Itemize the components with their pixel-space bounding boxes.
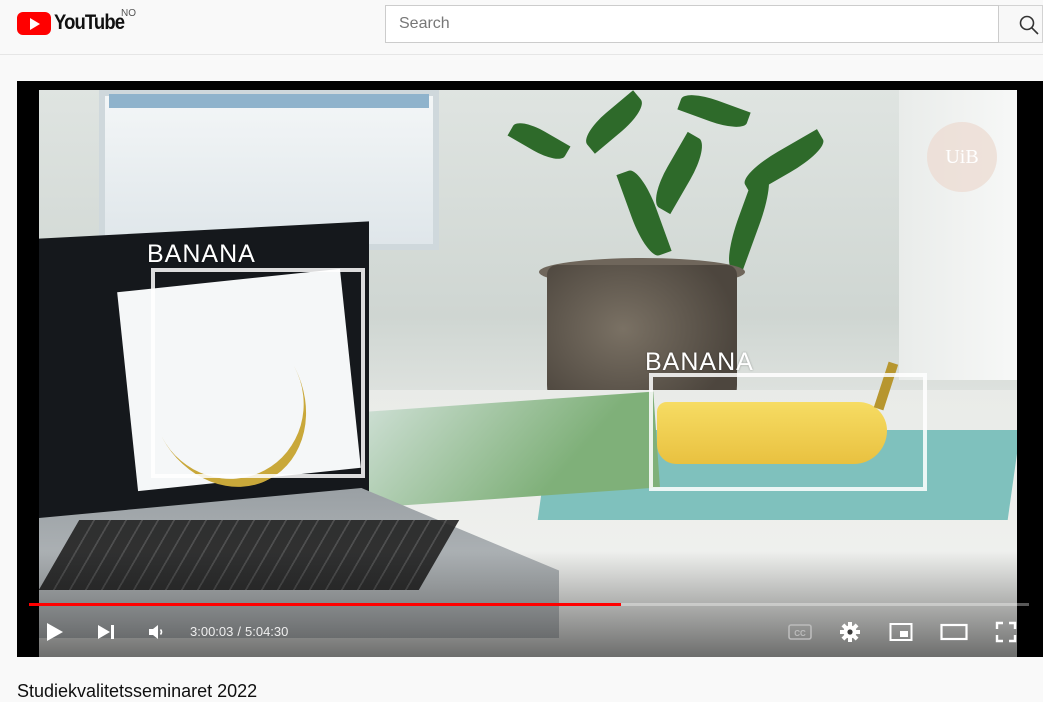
subtitles-button[interactable]: CC [786, 617, 814, 647]
next-icon [98, 625, 114, 639]
play-button[interactable] [39, 617, 69, 647]
search-button[interactable] [999, 5, 1043, 43]
next-button[interactable] [91, 617, 121, 647]
miniplayer-icon [889, 623, 913, 641]
progress-bar[interactable] [29, 603, 1029, 606]
plant-leaf [721, 170, 777, 272]
detection-label-right: BANANA [645, 348, 754, 376]
mute-button[interactable] [142, 617, 172, 647]
youtube-logo-icon [17, 11, 51, 35]
background-window-light [109, 94, 429, 108]
video-title: Studiekvalitetsseminaret 2022 [17, 681, 258, 701]
fullscreen-icon [995, 621, 1017, 643]
time-display: 3:00:03/ 5:04:30 [190, 624, 288, 639]
plant-leaf [647, 131, 711, 215]
country-code: NO [121, 8, 136, 19]
settings-gear-icon [840, 622, 860, 642]
play-icon [47, 623, 63, 641]
video-player[interactable]: BANANA BANANA UiB 3:00:03 / 5:04:30 CC [17, 81, 1043, 657]
detection-label-left: BANANA [147, 240, 256, 268]
detection-box-left [151, 268, 365, 478]
progress-played [29, 603, 621, 606]
plant-leaf [677, 90, 751, 134]
volume-icon [149, 625, 163, 639]
search-input[interactable] [386, 6, 979, 42]
current-time: 3:00:03 [190, 624, 234, 639]
time-separator: / [237, 624, 241, 639]
detection-box-right [649, 373, 927, 491]
miniplayer-button[interactable] [886, 617, 916, 647]
watch-area: BANANA BANANA UiB 3:00:03 / 5:04:30 CC S… [0, 55, 1043, 702]
youtube-logo[interactable]: YouTube [17, 11, 134, 35]
duration: 5:04:30 [245, 624, 289, 639]
theater-mode-button[interactable] [937, 617, 971, 647]
settings-button[interactable] [835, 617, 865, 647]
plant-leaf [507, 116, 571, 166]
masthead: YouTube NO [0, 0, 1043, 55]
uib-watermark: UiB [927, 122, 997, 192]
youtube-page: YouTube NO Search BANANA BANANA UiB 3:00… [0, 0, 1043, 702]
plant-leaf [579, 90, 649, 154]
svg-text:CC: CC [794, 629, 806, 638]
fullscreen-button[interactable] [991, 617, 1021, 647]
subtitles-icon: CC [788, 624, 812, 640]
search-box[interactable] [385, 5, 999, 43]
theater-mode-icon [940, 623, 968, 641]
search-icon [1019, 15, 1039, 35]
logo-text: YouTube [54, 11, 125, 34]
